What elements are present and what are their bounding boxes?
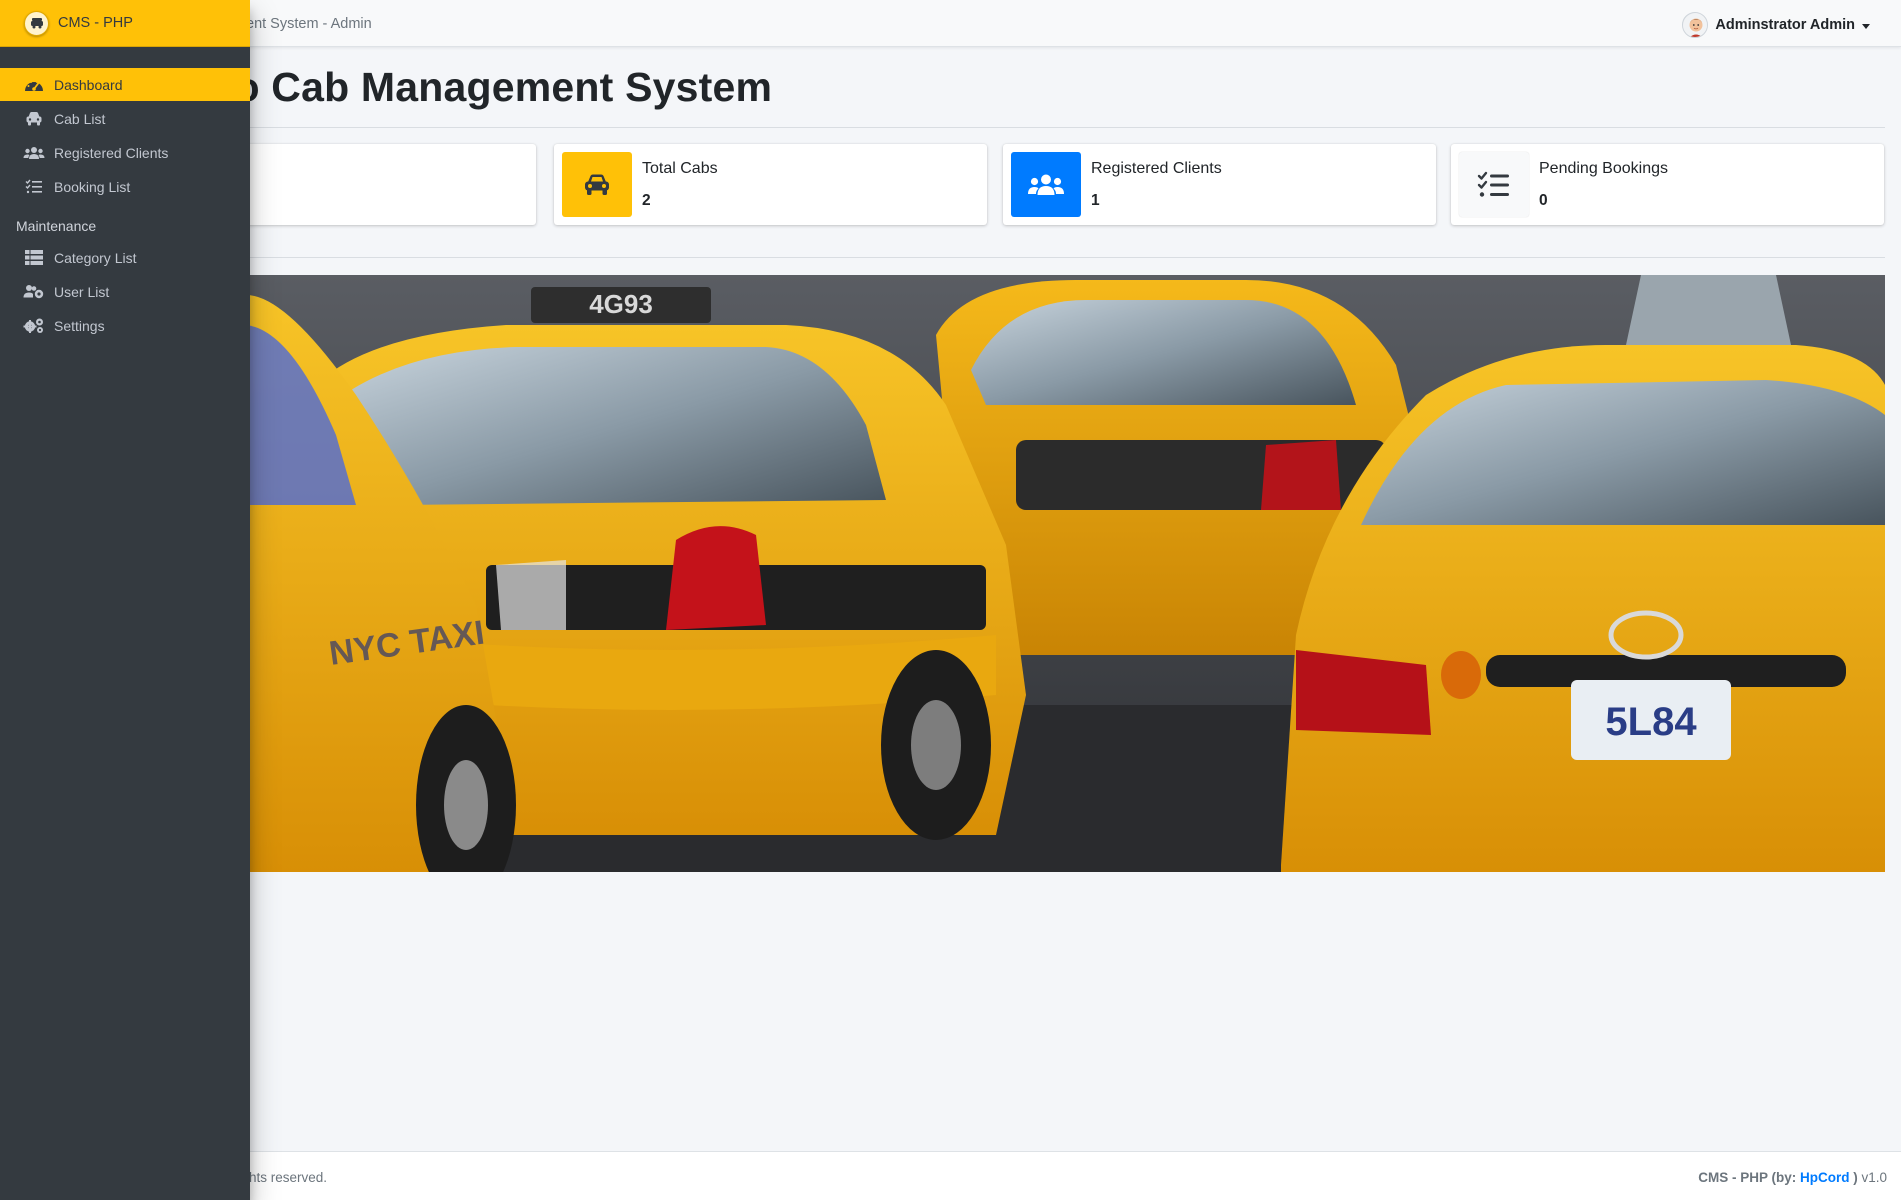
brand-link[interactable]: CMS - PHP: [0, 0, 250, 47]
sidebar-item-booking-list[interactable]: Booking List: [0, 170, 250, 203]
footer-credit-suffix: ): [1849, 1170, 1858, 1185]
sidebar-item-registered-clients[interactable]: Registered Clients: [0, 136, 250, 169]
svg-text:5L84: 5L84: [1605, 700, 1697, 744]
sidebar-item-label: Category List: [54, 249, 137, 266]
sidebar-item-label: User List: [54, 283, 110, 300]
stat-card-total-cabs: Total Cabs 2: [554, 144, 987, 225]
stat-card-registered-clients: Registered Clients 1: [1003, 144, 1436, 225]
stat-label: Pending Bookings: [1539, 160, 1668, 177]
brand-text: CMS - PHP: [58, 15, 133, 31]
stat-label: Registered Clients: [1091, 160, 1222, 177]
stat-label: Total Cabs: [642, 160, 718, 177]
th-list-icon: [23, 249, 45, 267]
footer: rights reserved. CMS - PHP (by: HpCord )…: [0, 1151, 1901, 1200]
svg-text:4G93: 4G93: [589, 289, 653, 319]
sidebar-item-label: Booking List: [54, 178, 131, 195]
sidebar-item-label: Dashboard: [54, 76, 123, 93]
footer-credit-prefix: CMS - PHP (by:: [1698, 1170, 1800, 1185]
user-name: Adminstrator Admin: [1715, 17, 1855, 33]
users-icon: [23, 144, 45, 162]
app-title: ent System - Admin: [246, 16, 372, 32]
car-icon: [23, 110, 45, 128]
sidebar-item-label: Registered Clients: [54, 144, 169, 161]
list-check-icon: [23, 178, 45, 196]
sidebar-section-header: Maintenance: [16, 218, 97, 234]
sidebar-item-user-list[interactable]: User List: [0, 275, 250, 308]
sidebar: CMS - PHP Dashboard Cab List Registered …: [0, 0, 250, 1200]
banner-image: 4G93 NYC TAXI 5L84: [246, 275, 1885, 872]
stat-card-pending-bookings: Pending Bookings 0: [1451, 144, 1884, 225]
user-menu-dropdown[interactable]: Adminstrator Admin: [1682, 12, 1870, 38]
page-title: e to Cab Management System: [186, 64, 773, 110]
version-text: v1.0: [1857, 1170, 1887, 1185]
divider: [246, 257, 1885, 258]
car-icon: [562, 152, 632, 217]
divider: [246, 127, 1885, 128]
sidebar-item-dashboard[interactable]: Dashboard: [0, 68, 250, 101]
avatar: [1682, 12, 1709, 38]
users-cog-icon: [23, 283, 45, 301]
footer-credit: CMS - PHP (by: HpCord ) v1.0: [1698, 1170, 1887, 1185]
stat-value: 2: [642, 192, 651, 209]
sidebar-item-cab-list[interactable]: Cab List: [0, 102, 250, 135]
users-icon: [1011, 152, 1081, 217]
sidebar-item-label: Settings: [54, 317, 105, 334]
stat-value: 1: [1091, 192, 1100, 209]
top-navbar: ent System - Admin Adminstrator Admin: [0, 0, 1901, 47]
author-link[interactable]: HpCord: [1800, 1170, 1850, 1185]
sidebar-item-category-list[interactable]: Category List: [0, 241, 250, 274]
sidebar-item-settings[interactable]: Settings: [0, 309, 250, 342]
list-check-icon: [1459, 152, 1529, 217]
sidebar-item-label: Cab List: [54, 110, 106, 127]
tachometer-icon: [23, 76, 45, 94]
stat-value: 0: [1539, 192, 1548, 209]
caret-down-icon: [1862, 23, 1870, 29]
cogs-icon: [23, 317, 45, 335]
logo-icon: [24, 10, 49, 36]
